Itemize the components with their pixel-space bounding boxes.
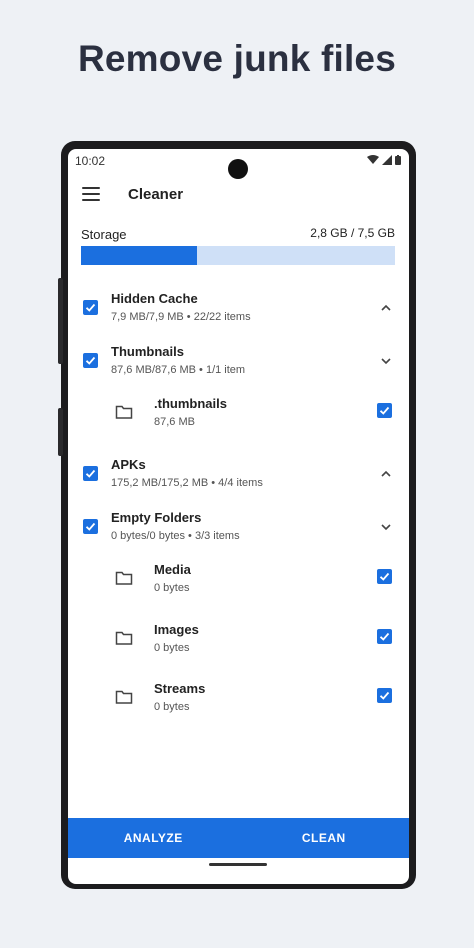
status-icons xyxy=(367,155,401,165)
hamburger-menu-icon[interactable] xyxy=(82,187,100,201)
folder-icon xyxy=(115,690,133,704)
storage-progress-fill xyxy=(81,246,198,265)
chevron-up-icon[interactable] xyxy=(379,467,393,481)
child-row-thumbnails[interactable]: .thumbnails 87,6 MB xyxy=(68,392,409,436)
checkmark-icon xyxy=(85,469,96,478)
phone-side-button xyxy=(58,408,63,456)
toolbar-title: Cleaner xyxy=(128,186,184,203)
child-title: Images xyxy=(154,622,199,637)
status-time: 10:02 xyxy=(75,154,106,168)
group-checkbox[interactable] xyxy=(83,353,98,368)
app-screen: 10:02 Cleaner Storage 2,8 GB / 7,5 GB Hi… xyxy=(68,149,409,884)
child-subtitle: 0 bytes xyxy=(154,701,190,713)
child-row-images[interactable]: Images 0 bytes xyxy=(68,618,409,662)
child-title: Streams xyxy=(154,681,206,696)
folder-icon xyxy=(115,571,133,585)
child-title: .thumbnails xyxy=(154,396,227,411)
child-checkbox[interactable] xyxy=(377,688,392,703)
checkmark-icon xyxy=(85,303,96,312)
home-indicator[interactable] xyxy=(209,863,267,866)
group-row-thumbnails[interactable]: Thumbnails 87,6 MB/87,6 MB • 1/1 item xyxy=(68,340,409,384)
app-toolbar: Cleaner xyxy=(68,179,409,211)
group-row-hidden-cache[interactable]: Hidden Cache 7,9 MB/7,9 MB • 22/22 items xyxy=(68,287,409,331)
group-subtitle: 175,2 MB/175,2 MB • 4/4 items xyxy=(111,477,263,489)
group-subtitle: 7,9 MB/7,9 MB • 22/22 items xyxy=(111,311,251,323)
status-bar: 10:02 xyxy=(68,149,409,179)
wifi-icon xyxy=(367,155,379,164)
child-checkbox[interactable] xyxy=(377,569,392,584)
storage-progress-bar xyxy=(81,246,395,265)
front-camera xyxy=(228,159,248,179)
child-subtitle: 0 bytes xyxy=(154,642,190,654)
chevron-down-icon[interactable] xyxy=(379,520,393,534)
chevron-up-icon[interactable] xyxy=(379,301,393,315)
checkmark-icon xyxy=(85,522,96,531)
group-row-empty-folders[interactable]: Empty Folders 0 bytes/0 bytes • 3/3 item… xyxy=(68,506,409,550)
storage-label: Storage xyxy=(81,227,127,242)
child-title: Media xyxy=(154,562,191,577)
group-checkbox[interactable] xyxy=(83,519,98,534)
group-subtitle: 0 bytes/0 bytes • 3/3 items xyxy=(111,530,240,542)
battery-icon xyxy=(395,155,401,165)
child-subtitle: 0 bytes xyxy=(154,582,190,594)
group-checkbox[interactable] xyxy=(83,466,98,481)
group-checkbox[interactable] xyxy=(83,300,98,315)
headline: Remove junk files xyxy=(77,38,396,79)
storage-value: 2,8 GB / 7,5 GB xyxy=(310,226,395,240)
bottom-action-bar: ANALYZE CLEAN xyxy=(68,818,409,858)
signal-icon xyxy=(382,155,392,165)
group-title: Hidden Cache xyxy=(111,291,198,306)
folder-icon xyxy=(115,405,133,419)
checkmark-icon xyxy=(379,406,390,415)
chevron-down-icon[interactable] xyxy=(379,354,393,368)
clean-button[interactable]: CLEAN xyxy=(239,818,410,858)
child-row-streams[interactable]: Streams 0 bytes xyxy=(68,677,409,721)
checkmark-icon xyxy=(85,356,96,365)
group-title: Thumbnails xyxy=(111,344,184,359)
child-checkbox[interactable] xyxy=(377,629,392,644)
child-subtitle: 87,6 MB xyxy=(154,416,195,428)
group-title: Empty Folders xyxy=(111,510,202,525)
group-subtitle: 87,6 MB/87,6 MB • 1/1 item xyxy=(111,364,246,376)
group-row-apks[interactable]: APKs 175,2 MB/175,2 MB • 4/4 items xyxy=(68,453,409,497)
child-row-media[interactable]: Media 0 bytes xyxy=(68,558,409,602)
checkmark-icon xyxy=(379,572,390,581)
child-checkbox[interactable] xyxy=(377,403,392,418)
analyze-button[interactable]: ANALYZE xyxy=(68,818,239,858)
phone-side-button xyxy=(58,278,63,364)
checkmark-icon xyxy=(379,632,390,641)
checkmark-icon xyxy=(379,691,390,700)
folder-icon xyxy=(115,631,133,645)
group-title: APKs xyxy=(111,457,146,472)
